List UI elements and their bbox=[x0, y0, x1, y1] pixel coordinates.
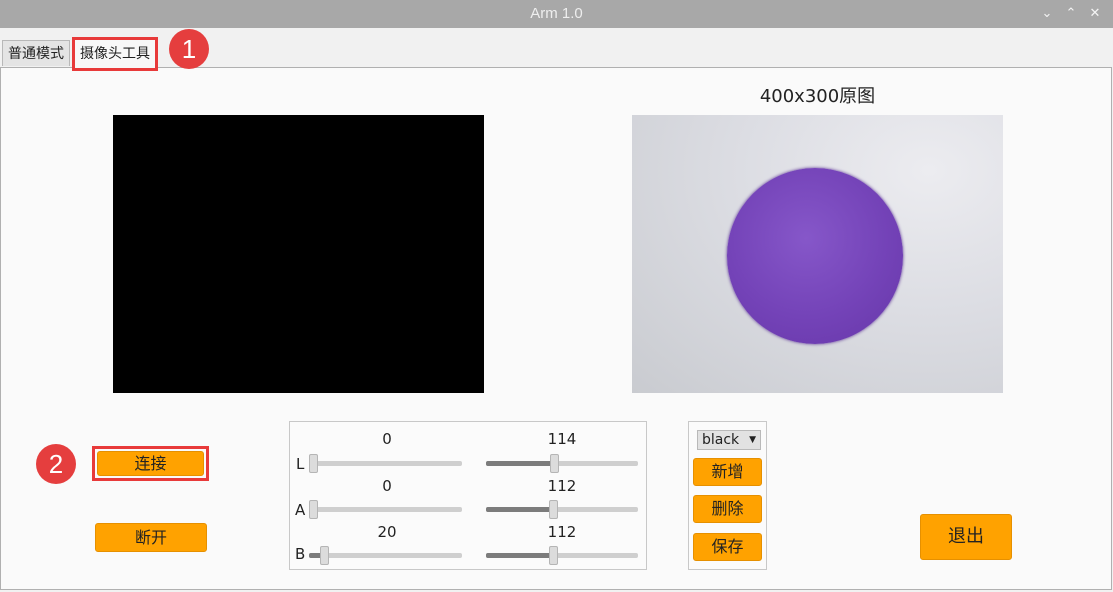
dropdown-arrow-icon: ▼ bbox=[749, 435, 756, 445]
a-min-value: 0 bbox=[382, 477, 392, 495]
processed-video-view bbox=[113, 115, 484, 393]
b-max-slider-handle[interactable] bbox=[549, 546, 558, 565]
color-select[interactable]: black ▼ bbox=[697, 430, 761, 450]
b-min-value: 20 bbox=[377, 523, 397, 541]
a-label: A bbox=[295, 501, 306, 519]
title-bar: Arm 1.0 ⌄ ⌃ ✕ bbox=[0, 0, 1113, 28]
disconnect-button[interactable]: 断开 bbox=[95, 523, 207, 552]
l-max-fill bbox=[486, 461, 555, 466]
add-color-button[interactable]: 新增 bbox=[693, 458, 762, 486]
l-max-value: 114 bbox=[547, 430, 577, 448]
l-min-value: 0 bbox=[382, 430, 392, 448]
a-max-slider[interactable] bbox=[486, 500, 638, 519]
a-max-slider-handle[interactable] bbox=[549, 500, 558, 519]
b-min-slider-handle[interactable] bbox=[320, 546, 329, 565]
l-label: L bbox=[296, 455, 305, 473]
quit-button[interactable]: 退出 bbox=[920, 514, 1012, 560]
tab-normal-mode[interactable]: 普通模式 bbox=[2, 40, 70, 66]
minimize-icon[interactable]: ⌄ bbox=[1039, 3, 1055, 23]
raw-video-view bbox=[632, 115, 1003, 393]
lab-threshold-panel bbox=[289, 421, 647, 570]
a-min-slider-handle[interactable] bbox=[309, 500, 318, 519]
tab-camera-tool[interactable]: 摄像头工具 bbox=[72, 37, 158, 71]
a-max-value: 112 bbox=[547, 477, 577, 495]
save-color-button[interactable]: 保存 bbox=[693, 533, 762, 561]
b-max-slider[interactable] bbox=[486, 546, 638, 565]
maximize-icon[interactable]: ⌃ bbox=[1063, 3, 1079, 23]
l-max-slider-handle[interactable] bbox=[550, 454, 559, 473]
purple-ball-image bbox=[727, 168, 903, 344]
l-min-slider[interactable] bbox=[309, 454, 462, 473]
b-label: B bbox=[295, 545, 306, 563]
a-max-fill bbox=[486, 507, 554, 512]
delete-color-button[interactable]: 删除 bbox=[693, 495, 762, 523]
raw-image-title: 400x300原图 bbox=[759, 86, 876, 107]
annotation-marker-2: 2 bbox=[36, 444, 76, 484]
color-select-value: black bbox=[702, 432, 740, 448]
annotation-marker-1: 1 bbox=[169, 29, 209, 69]
b-min-slider[interactable] bbox=[309, 546, 462, 565]
b-max-fill bbox=[486, 553, 554, 558]
b-max-value: 112 bbox=[547, 523, 577, 541]
close-icon[interactable]: ✕ bbox=[1087, 3, 1103, 23]
l-min-slider-handle[interactable] bbox=[309, 454, 318, 473]
connect-button[interactable]: 连接 bbox=[97, 451, 204, 476]
l-max-slider[interactable] bbox=[486, 454, 638, 473]
window-title: Arm 1.0 bbox=[530, 5, 583, 22]
a-min-slider[interactable] bbox=[309, 500, 462, 519]
